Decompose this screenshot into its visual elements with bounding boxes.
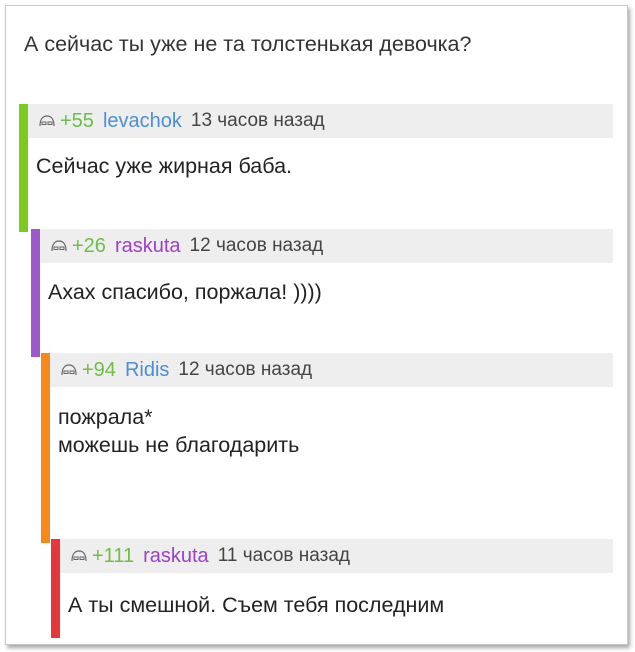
comment-text: Ахах спасибо, поржала! )))) bbox=[48, 280, 322, 304]
reader-face-icon bbox=[61, 363, 77, 375]
comment-text-line: пожрала* bbox=[58, 405, 153, 429]
comment-username[interactable]: levachok bbox=[103, 110, 182, 133]
comment-header: +94 Ridis 12 часов назад bbox=[50, 353, 613, 387]
comment-text: А ты смешной. Съем тебя последним bbox=[68, 593, 445, 617]
post-title: А сейчас ты уже не та толстенькая девочк… bbox=[24, 32, 472, 56]
comment-username[interactable]: Ridis bbox=[125, 359, 169, 382]
reader-face-icon bbox=[51, 239, 67, 251]
comment-score: +26 bbox=[72, 234, 106, 257]
comment-text: Сейчас уже жирная баба. bbox=[36, 154, 293, 178]
reader-face-icon bbox=[71, 549, 87, 561]
comment-score: +55 bbox=[60, 109, 94, 132]
comment-text: пожрала* можешь не благодарить bbox=[58, 403, 299, 459]
comment: +111 raskuta 11 часов назад А ты смешной… bbox=[51, 539, 613, 638]
comment: +94 Ridis 12 часов назад пожрала* можешь… bbox=[41, 353, 613, 543]
comment: +26 raskuta 12 часов назад Ахах спасибо,… bbox=[31, 229, 613, 357]
comment-score: +94 bbox=[82, 358, 116, 381]
comment-timestamp: 12 часов назад bbox=[189, 235, 324, 256]
comment-score: +111 bbox=[92, 544, 135, 567]
comment-timestamp: 13 часов назад bbox=[190, 110, 325, 131]
comment-text-line: можешь не благодарить bbox=[58, 433, 300, 457]
comment-header: +55 levachok 13 часов назад bbox=[28, 104, 613, 138]
comment-username[interactable]: raskuta bbox=[115, 235, 181, 258]
comment-header: +26 raskuta 12 часов назад bbox=[40, 229, 613, 263]
thread-level-bar[interactable] bbox=[51, 539, 60, 638]
comment-header: +111 raskuta 11 часов назад bbox=[60, 539, 613, 573]
comment-timestamp: 11 часов назад bbox=[217, 545, 351, 566]
screenshot-frame: А сейчас ты уже не та толстенькая девочк… bbox=[5, 5, 628, 645]
comment: +55 levachok 13 часов назад Сейчас уже ж… bbox=[19, 104, 613, 232]
thread-level-bar[interactable] bbox=[19, 104, 28, 232]
reader-face-icon bbox=[39, 114, 55, 126]
thread-level-bar[interactable] bbox=[31, 229, 40, 357]
thread-level-bar[interactable] bbox=[41, 353, 50, 543]
comment-username[interactable]: raskuta bbox=[143, 545, 209, 568]
comment-timestamp: 12 часов назад bbox=[178, 359, 313, 380]
